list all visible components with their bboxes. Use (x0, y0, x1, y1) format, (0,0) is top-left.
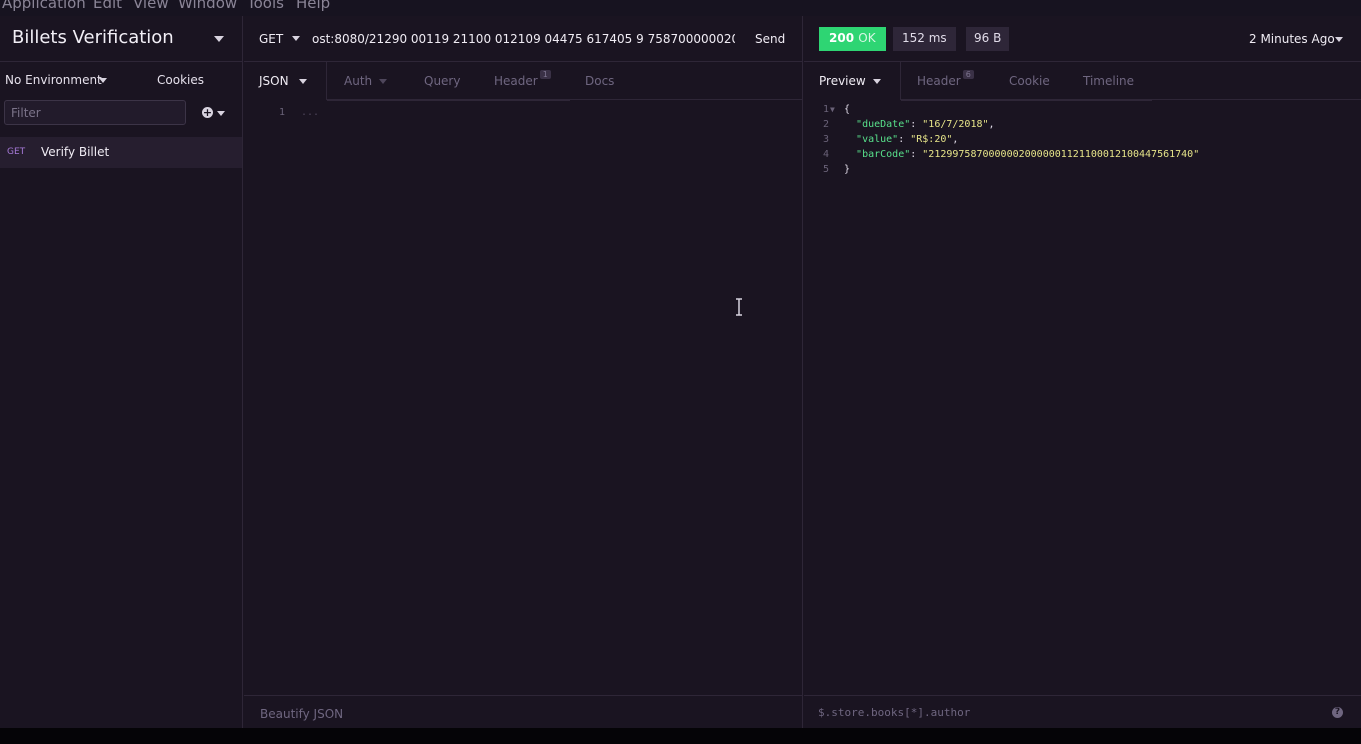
tab-label: Docs (585, 74, 615, 88)
status-text: OK (858, 31, 876, 45)
screen-bottom-edge (0, 728, 1361, 744)
menu-window[interactable]: Window (178, 0, 237, 12)
json-value: "16/7/2018" (922, 119, 989, 130)
divider (480, 100, 570, 101)
divider (327, 100, 407, 101)
tab-label: Auth (344, 74, 373, 88)
chevron-down-icon[interactable] (1335, 37, 1343, 42)
json-brace: } (844, 164, 851, 175)
menu-help[interactable]: Help (296, 0, 330, 12)
beautify-json-button[interactable]: Beautify JSON (260, 707, 343, 721)
response-filter-input[interactable]: $.store.books[*].author (818, 706, 970, 719)
tab-label: JSON (259, 74, 289, 88)
tab-label: Query (424, 74, 461, 88)
tab-cookie[interactable]: Cookie (1009, 62, 1050, 100)
tab-json[interactable]: JSON (244, 62, 327, 100)
tab-label: Preview (819, 74, 866, 88)
text-cursor-icon (736, 298, 742, 316)
chevron-down-icon[interactable] (292, 36, 300, 41)
tab-timeline[interactable]: Timeline (1083, 62, 1134, 100)
chevron-down-icon[interactable] (379, 79, 387, 84)
menu-edit[interactable]: Edit (93, 0, 122, 12)
json-entry: "dueDate": "16/7/2018", (856, 119, 995, 130)
help-icon[interactable]: ? (1332, 707, 1343, 718)
sidebar: Billets Verification No Environment Cook… (0, 16, 243, 728)
menu-application[interactable]: Application (2, 0, 86, 12)
request-tabs: JSON Auth Query Header 1 Docs (244, 62, 803, 101)
line-number: 2 (823, 119, 830, 130)
json-value: "212997587000000200000011211000121004475… (922, 149, 1200, 160)
send-button[interactable]: Send (755, 32, 785, 46)
json-key: "barCode" (856, 149, 911, 160)
history-dropdown[interactable]: 2 Minutes Ago (1249, 32, 1335, 46)
response-footer: $.store.books[*].author ? (804, 695, 1361, 728)
tab-label: Header (917, 74, 961, 88)
response-pane: 200 OK 152 ms 96 B 2 Minutes Ago Preview… (804, 16, 1361, 728)
menu-bar: Application Edit View Window Tools Help (0, 0, 1361, 16)
header-count-badge: 1 (539, 70, 551, 79)
line-number: 1 (823, 104, 830, 115)
tab-docs[interactable]: Docs (585, 62, 614, 100)
json-value: "R$:20" (910, 134, 953, 145)
divider (993, 100, 1067, 101)
divider (407, 100, 480, 101)
menu-view[interactable]: View (133, 0, 169, 12)
divider (901, 100, 993, 101)
response-size-badge: 96 B (966, 27, 1010, 51)
tab-label: Header (494, 74, 538, 88)
status-code: 200 (829, 31, 855, 45)
response-bar: 200 OK 152 ms 96 B 2 Minutes Ago (804, 16, 1361, 62)
chevron-down-icon[interactable] (99, 78, 107, 83)
line-number: 4 (823, 149, 830, 160)
filter-input[interactable] (4, 100, 186, 125)
json-brace: { (844, 104, 851, 115)
chevron-down-icon[interactable] (214, 36, 224, 42)
line-number: 5 (823, 164, 830, 175)
tab-query[interactable]: Query (424, 62, 460, 100)
fold-arrow-icon[interactable]: ▼ (830, 105, 835, 114)
chevron-down-icon[interactable] (299, 79, 307, 84)
editor-placeholder[interactable]: ... (301, 107, 319, 118)
line-number: 1 (279, 107, 286, 118)
app-window: Billets Verification No Environment Cook… (0, 16, 1361, 728)
tab-label: Cookie (1009, 74, 1050, 88)
chevron-down-icon[interactable] (873, 79, 881, 84)
workspace-header[interactable]: Billets Verification (0, 16, 243, 62)
tab-auth[interactable]: Auth (344, 62, 387, 100)
response-tabs: Preview Header 6 Cookie Timeline (804, 62, 1361, 101)
json-key: "dueDate" (856, 119, 911, 130)
url-input[interactable]: ost:8080/21290 00119 21100 012109 04475 … (312, 32, 735, 46)
add-circle-icon[interactable]: + (202, 107, 213, 118)
workspace-title: Billets Verification (12, 27, 174, 48)
divider (1067, 100, 1152, 101)
tab-response-header[interactable]: Header 6 (917, 62, 974, 100)
request-footer: Beautify JSON (244, 695, 803, 728)
url-bar: GET ost:8080/21290 00119 21100 012109 04… (244, 16, 803, 62)
environment-selector[interactable]: No Environment (5, 73, 102, 87)
json-key: "value" (856, 134, 899, 145)
json-entry: "barCode": "2129975870000002000000112110… (856, 149, 1200, 160)
tab-label: Timeline (1083, 74, 1135, 88)
cookies-button[interactable]: Cookies (157, 73, 204, 87)
sidebar-item-verify-billet[interactable]: GET Verify Billet (0, 137, 242, 168)
request-pane: GET ost:8080/21290 00119 21100 012109 04… (244, 16, 803, 728)
menu-tools[interactable]: Tools (247, 0, 284, 12)
tab-preview[interactable]: Preview (804, 62, 901, 100)
tab-header[interactable]: Header 1 (494, 62, 551, 100)
status-badge: 200 OK (819, 27, 886, 51)
chevron-down-icon[interactable] (217, 111, 225, 116)
method-selector[interactable]: GET (259, 32, 283, 46)
method-badge: GET (7, 147, 26, 157)
response-time-badge: 152 ms (893, 27, 956, 51)
header-count-badge: 6 (962, 70, 974, 79)
sidebar-item-label: Verify Billet (41, 145, 110, 159)
json-entry: "value": "R$:20", (856, 134, 959, 145)
line-number: 3 (823, 134, 830, 145)
